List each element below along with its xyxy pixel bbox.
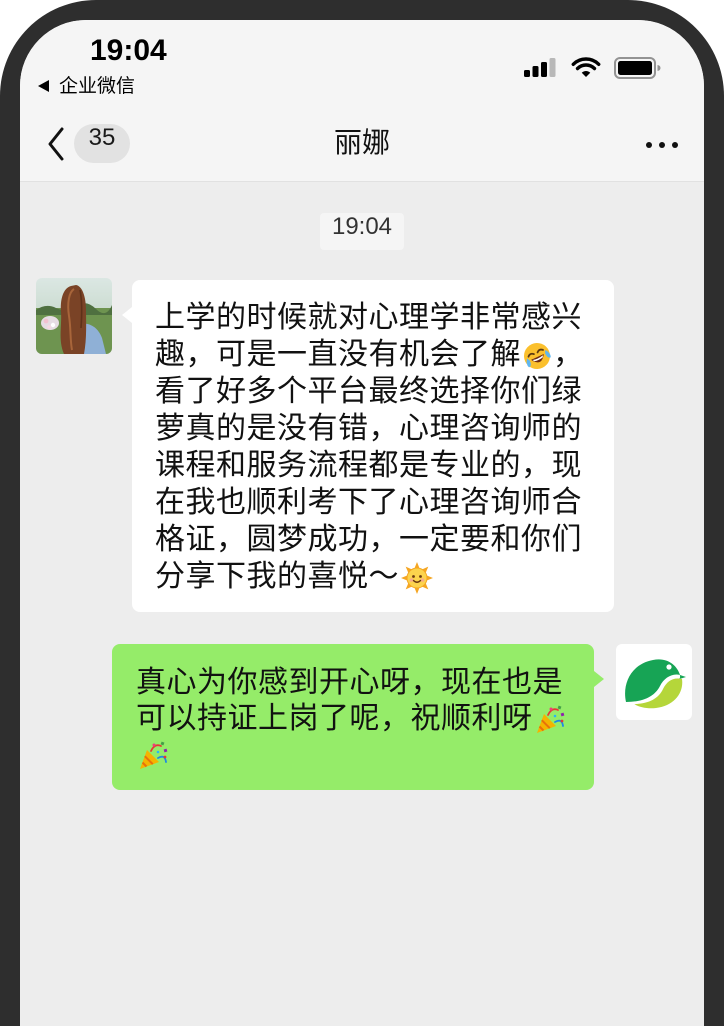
- message-text: 格证，圆梦成功，一定要和你们: [155, 522, 582, 557]
- back-triangle-icon: [38, 80, 49, 92]
- phone-frame: 19:04 企业微信 35 丽娜 19:04 上学的时候就对心理学非常感兴 趣，…: [0, 0, 724, 1026]
- message-line: 萝真的是没有错，心理咨询师的: [155, 410, 606, 447]
- message-text: 课程和服务流程都是专业的，现: [155, 448, 582, 483]
- signal-bar: [541, 62, 547, 77]
- message-text: 上学的时候就对心理学非常感兴: [155, 300, 582, 335]
- message-text: ，: [553, 337, 584, 372]
- received-message-bubble[interactable]: 上学的时候就对心理学非常感兴 趣，可是一直没有机会了解 ， 看了好多个平台最终选…: [122, 280, 614, 612]
- message-line: 格证，圆梦成功，一定要和你们: [155, 521, 606, 558]
- message-line: 趣，可是一直没有机会了解 ，: [155, 336, 606, 373]
- message-text: 趣，可是一直没有机会了解: [155, 337, 521, 372]
- message-line: 分享下我的喜悦～: [155, 558, 606, 595]
- message-line: [136, 737, 586, 773]
- more-button[interactable]: [640, 132, 684, 158]
- back-to-app-label: 企业微信: [59, 75, 136, 97]
- contact-avatar-image: [36, 278, 112, 354]
- chevron-left-icon: [48, 127, 64, 161]
- chat-title: 丽娜: [333, 126, 390, 159]
- message-line: 课程和服务流程都是专业的，现: [155, 447, 606, 484]
- cellular-signal-icon: [524, 58, 556, 77]
- bubble-tail: [594, 671, 604, 687]
- signal-bar: [524, 70, 530, 77]
- message-line: 真心为你感到开心呀，现在也是: [136, 665, 586, 701]
- more-dots-icon: [646, 142, 652, 148]
- phone-screen: 19:04 企业微信 35 丽娜 19:04 上学的时候就对心理学非常感兴 趣，…: [20, 20, 704, 1026]
- battery-icon: [614, 57, 661, 79]
- battery-level-fill: [618, 61, 652, 75]
- bird-leaf-logo-icon: [625, 659, 686, 709]
- message-text: 萝真的是没有错，心理咨询师的: [155, 411, 582, 446]
- message-text: 看了好多个平台最终选择你们绿: [155, 374, 582, 409]
- back-button[interactable]: 35: [42, 122, 134, 168]
- rolling-on-the-floor-laughing-emoji-icon: [522, 341, 552, 371]
- message-text: 可以持证上岗了呢，祝顺利呀: [136, 701, 533, 736]
- message-line: 可以持证上岗了呢，祝顺利呀: [136, 701, 586, 737]
- message-line: 在我也顺利考下了心理咨询师合: [155, 484, 606, 521]
- more-dots-icon: [672, 142, 678, 148]
- message-line: 看了好多个平台最终选择你们绿: [155, 373, 606, 410]
- message-text: 真心为你感到开心呀，现在也是: [136, 665, 563, 700]
- signal-bar: [532, 66, 539, 77]
- signal-bar: [549, 58, 556, 77]
- bubble-tail: [122, 307, 132, 323]
- back-to-app-link[interactable]: 企业微信: [38, 74, 135, 98]
- status-time: 19:04: [90, 34, 167, 67]
- sent-message-bubble[interactable]: 真心为你感到开心呀，现在也是 可以持证上岗了呢，祝顺利呀: [112, 644, 604, 790]
- message-text: 分享下我的喜悦～: [155, 559, 399, 594]
- unread-count-badge: 35: [74, 124, 130, 163]
- header: 19:04 企业微信 35 丽娜: [20, 20, 704, 182]
- logo-avatar[interactable]: [616, 644, 692, 720]
- party-popper-emoji-icon: [534, 704, 566, 736]
- sun-with-face-emoji-icon: [400, 561, 434, 595]
- message-timestamp: 19:04: [320, 213, 404, 250]
- message-line: 上学的时候就对心理学非常感兴: [155, 299, 606, 336]
- contact-avatar[interactable]: [36, 278, 112, 354]
- more-dots-icon: [659, 142, 665, 148]
- wifi-icon: [571, 57, 601, 77]
- message-text: 在我也顺利考下了心理咨询师合: [155, 485, 582, 520]
- party-popper-emoji-icon: [137, 740, 169, 772]
